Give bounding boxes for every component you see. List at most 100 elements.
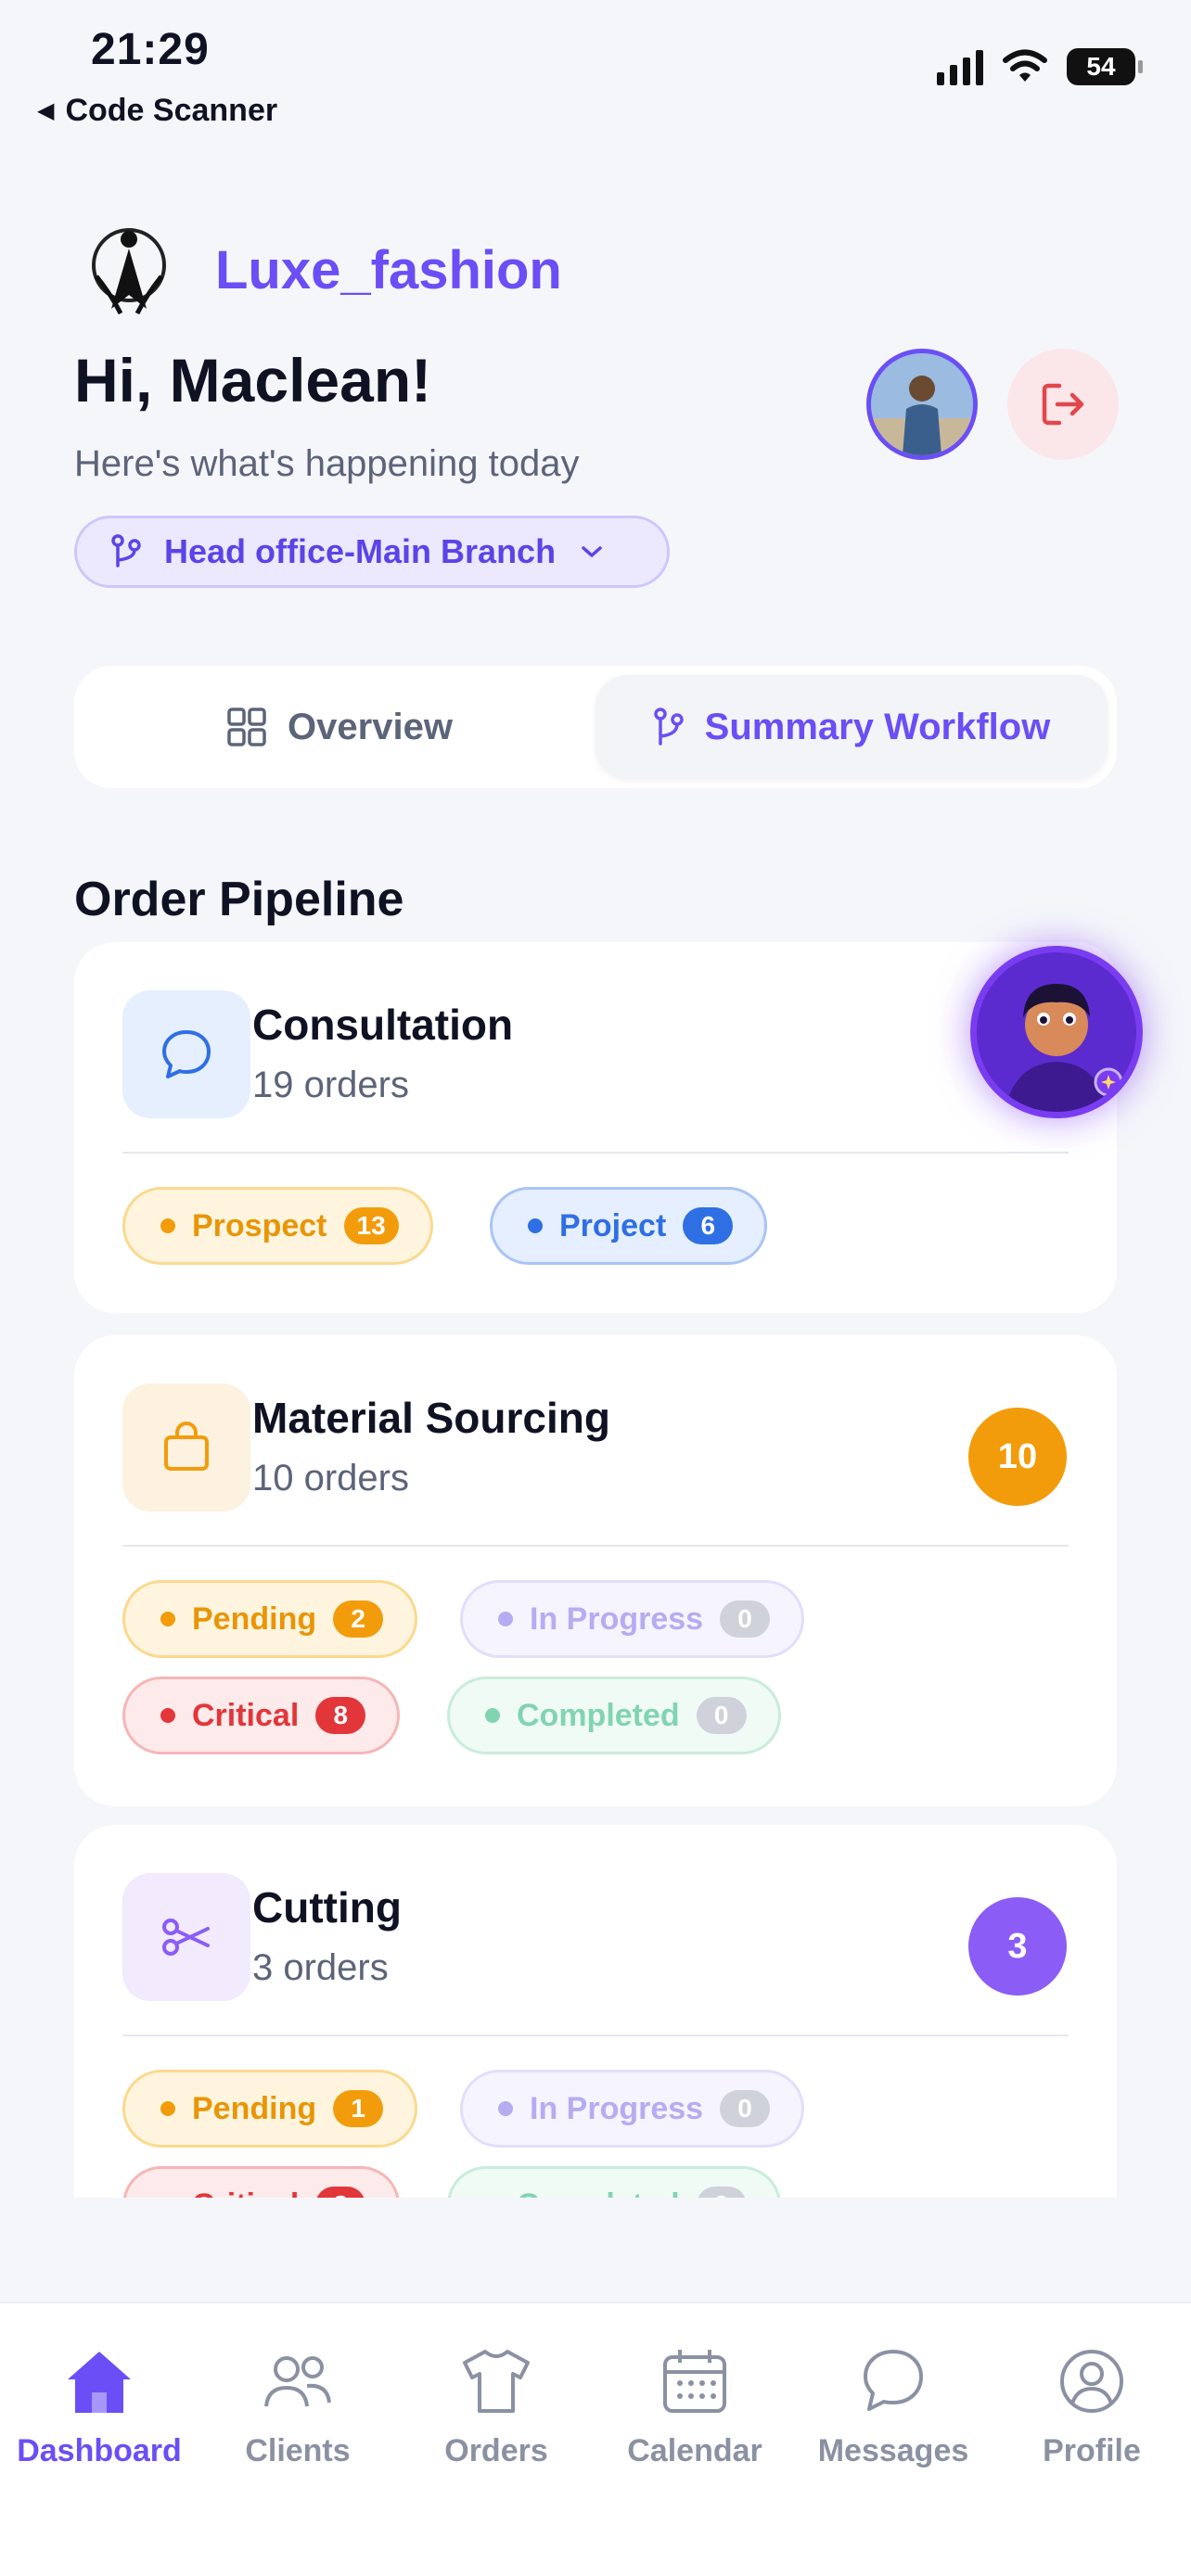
status-chip-completed[interactable]: Completed 0	[447, 1677, 781, 1754]
chip-count: 0	[696, 2187, 747, 2198]
status-chip-critical[interactable]: Critical 2	[122, 2166, 401, 2199]
brand-name: Luxe_fashion	[215, 240, 562, 300]
assistant-avatar-icon	[977, 952, 1136, 1112]
avatar-photo-icon	[871, 353, 973, 455]
nav-dashboard[interactable]: Dashboard	[0, 2342, 198, 2469]
signal-icon	[937, 48, 983, 85]
status-dot	[498, 2101, 513, 2116]
back-triangle-icon: ◀	[37, 98, 55, 123]
nav-clients[interactable]: Clients	[198, 2342, 397, 2469]
status-chip-pending[interactable]: Pending 2	[122, 1580, 418, 1658]
tab-summary-workflow[interactable]: Summary Workflow	[596, 675, 1108, 779]
wifi-icon	[1003, 49, 1047, 82]
shirt-icon	[463, 2350, 530, 2413]
chip-count: 0	[696, 1697, 747, 1734]
nav-messages[interactable]: Messages	[794, 2342, 992, 2469]
users-icon	[264, 2356, 331, 2407]
chip-count: 2	[315, 2187, 366, 2198]
chip-label: Critical	[192, 1697, 300, 1733]
user-avatar[interactable]	[866, 349, 978, 460]
status-dot	[160, 1218, 175, 1233]
chip-label: Completed	[517, 1697, 680, 1733]
nav-profile[interactable]: Profile	[992, 2342, 1191, 2469]
pipeline-card-cutting[interactable]: Cutting 3 orders 3 Pending 1 In Progress…	[74, 1825, 1117, 2198]
stage-icon-box	[122, 990, 250, 1118]
logout-icon	[1042, 383, 1084, 426]
grid-icon	[227, 708, 266, 746]
chip-label: In Progress	[530, 2090, 704, 2126]
stage-icon-box	[122, 1873, 250, 2001]
status-bar: 21:29 ◀ Code Scanner 54	[0, 0, 1191, 139]
branch-selector[interactable]: Head office-Main Branch	[74, 516, 670, 588]
chip-label: Prospect	[192, 1207, 327, 1243]
profile-icon	[1060, 2350, 1123, 2413]
status-chip-critical[interactable]: Critical 8	[122, 1677, 401, 1754]
logout-button[interactable]	[1007, 349, 1119, 460]
stage-title: Cutting	[252, 1883, 402, 1932]
back-app-label: Code Scanner	[65, 93, 278, 128]
section-title: Order Pipeline	[74, 873, 404, 926]
status-time: 21:29	[91, 25, 210, 74]
ai-assistant-button[interactable]	[970, 946, 1143, 1118]
greeting-heading: Hi, Maclean!	[74, 346, 432, 414]
stage-title: Material Sourcing	[252, 1394, 610, 1442]
nav-orders[interactable]: Orders	[397, 2342, 596, 2469]
card-divider	[122, 1545, 1069, 1547]
stage-order-count: 10 orders	[252, 1458, 409, 1498]
chip-label: Pending	[192, 2090, 317, 2126]
calendar-icon	[663, 2350, 726, 2413]
tab-summary-workflow-label: Summary Workflow	[704, 706, 1051, 747]
stage-count-badge: 10	[968, 1408, 1067, 1506]
stage-count-badge: 3	[968, 1897, 1067, 1996]
status-indicators: 54	[937, 48, 1143, 85]
pipeline-card-consultation[interactable]: Consultation 19 orders Prospect 13 Proje…	[74, 942, 1117, 1313]
chip-count: 0	[720, 1600, 771, 1638]
nav-label: Profile	[1043, 2433, 1141, 2468]
card-divider	[122, 2034, 1069, 2036]
nav-label: Dashboard	[17, 2433, 182, 2468]
branch-icon	[111, 534, 141, 567]
status-chip-completed[interactable]: Completed 0	[447, 2166, 781, 2198]
scissors-icon	[162, 1919, 210, 1956]
chat-icon	[864, 2350, 923, 2411]
status-dot	[528, 1218, 543, 1233]
chip-label: Completed	[517, 2187, 680, 2199]
status-chip-pending[interactable]: Pending 1	[122, 2070, 418, 2148]
nav-label: Messages	[817, 2433, 969, 2468]
nav-label: Calendar	[627, 2433, 762, 2468]
stage-icon-box	[122, 1384, 250, 1511]
chip-count: 13	[343, 1207, 399, 1244]
chip-count: 2	[333, 1600, 384, 1638]
chip-count: 6	[683, 1207, 734, 1244]
chip-label: Critical	[192, 2187, 299, 2199]
status-dot	[485, 1708, 500, 1723]
tab-overview-label: Overview	[288, 706, 453, 747]
chip-label: Pending	[192, 1600, 317, 1637]
branch-label: Head office-Main Branch	[164, 532, 557, 570]
chat-bubble-icon	[162, 1030, 211, 1078]
status-dot	[498, 1612, 513, 1626]
back-to-app-button[interactable]: ◀ Code Scanner	[37, 93, 277, 129]
status-dot	[160, 1612, 175, 1626]
chip-label: In Progress	[530, 1600, 704, 1637]
status-dot	[160, 2101, 175, 2116]
brand-logo-icon	[92, 228, 166, 315]
chip-count: 8	[315, 1697, 366, 1734]
pipeline-list: Consultation 19 orders Prospect 13 Proje…	[0, 937, 1191, 2198]
nav-calendar[interactable]: Calendar	[596, 2342, 794, 2469]
status-chip-in-progress[interactable]: In Progress 0	[460, 1580, 805, 1658]
chip-label: Project	[559, 1207, 667, 1243]
tab-overview[interactable]: Overview	[83, 675, 596, 779]
stage-order-count: 3 orders	[252, 1947, 389, 1988]
status-chip-project[interactable]: Project 6	[490, 1187, 768, 1265]
greeting-subtitle: Here's what's happening today	[74, 443, 580, 484]
workflow-branch-icon	[653, 708, 684, 746]
chevron-down-icon	[582, 546, 602, 557]
chip-count: 1	[333, 2090, 384, 2127]
status-chip-prospect[interactable]: Prospect 13	[122, 1187, 433, 1265]
nav-label: Orders	[444, 2433, 548, 2468]
pipeline-card-material-sourcing[interactable]: Material Sourcing 10 orders 10 Pending 2…	[74, 1335, 1117, 1806]
nav-label: Clients	[245, 2433, 351, 2468]
status-chip-in-progress[interactable]: In Progress 0	[460, 2070, 805, 2148]
stage-title: Consultation	[252, 1001, 514, 1049]
